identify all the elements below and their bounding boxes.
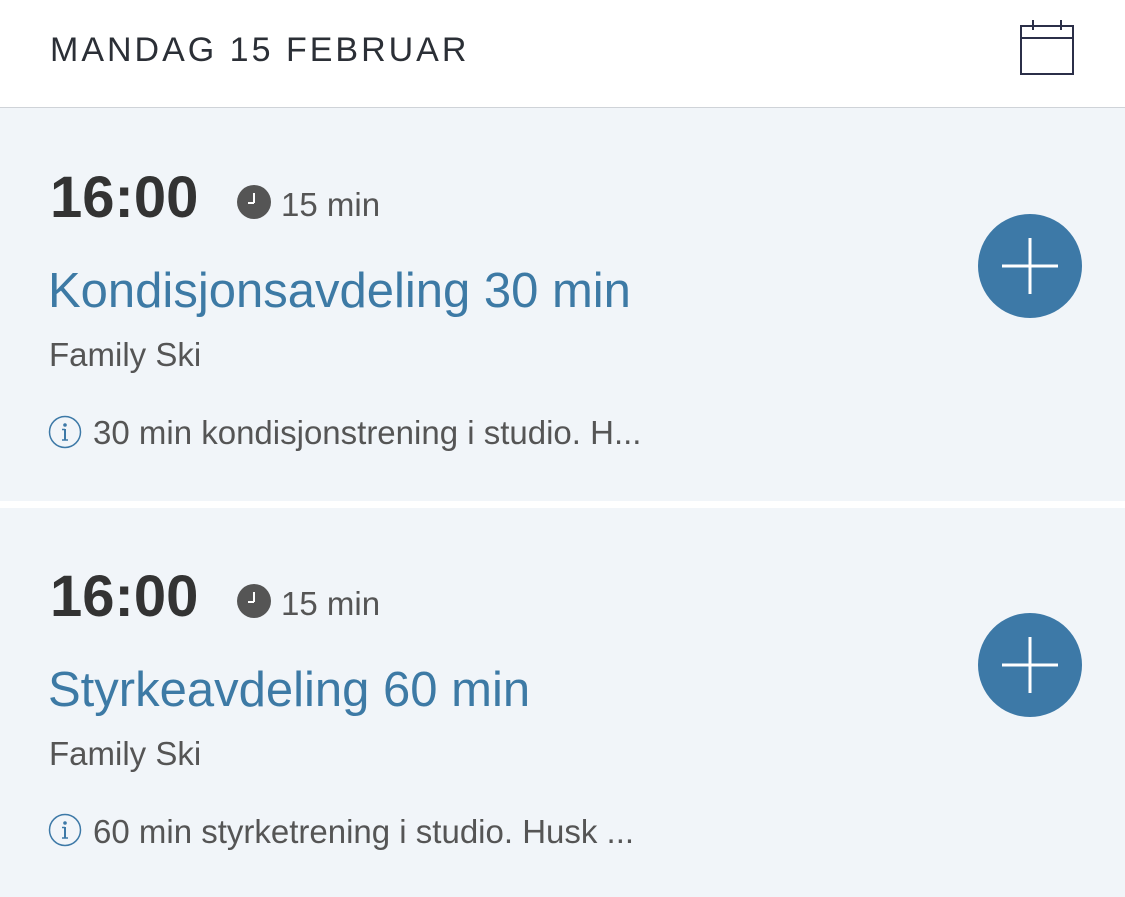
session-card[interactable]: 16:00 15 min Styrkeavdeling 60 min Famil…: [0, 508, 1125, 897]
add-session-button[interactable]: [978, 214, 1082, 318]
clock-icon: [237, 584, 271, 618]
calendar-button[interactable]: [1016, 18, 1078, 80]
session-time: 16:00: [50, 165, 199, 230]
info-icon: [48, 813, 82, 847]
session-name-link[interactable]: Styrkeavdeling 60 min: [48, 661, 530, 719]
plus-icon: [1002, 637, 1058, 693]
session-location: Family Ski: [49, 336, 202, 373]
session-name-link[interactable]: Kondisjonsavdeling 30 min: [48, 262, 631, 320]
session-time: 16:00: [50, 564, 199, 629]
clock-icon: [237, 185, 271, 219]
session-location: Family Ski: [49, 735, 202, 772]
plus-icon: [1002, 238, 1058, 294]
session-duration: 15 min: [281, 186, 381, 223]
day-header: MANDAG 15 FEBRUAR: [0, 0, 1125, 108]
info-icon: [48, 415, 82, 449]
schedule-page: MANDAG 15 FEBRUAR 16:00 15 min Kondisjon…: [0, 0, 1125, 897]
session-card[interactable]: 16:00 15 min Kondisjonsavdeling 30 min F…: [0, 108, 1125, 501]
calendar-icon: [1020, 20, 1074, 75]
session-duration: 15 min: [281, 585, 381, 622]
session-description: 60 min styrketrening i studio. Husk ...: [93, 813, 635, 850]
add-session-button[interactable]: [978, 613, 1082, 717]
day-title: MANDAG 15 FEBRUAR: [50, 31, 470, 69]
session-description: 30 min kondisjonstrening i studio. H...: [93, 414, 642, 451]
